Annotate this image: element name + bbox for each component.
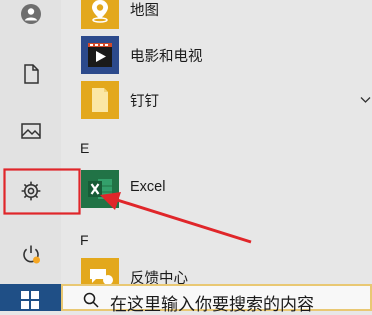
taskbar-search-box[interactable]: 在这里输入你要搜索的内容	[61, 284, 372, 314]
search-placeholder: 在这里输入你要搜索的内容	[110, 295, 314, 314]
app-tile	[81, 170, 119, 208]
app-label: 地图	[130, 3, 159, 19]
app-item-maps[interactable]: 地图	[61, 0, 372, 30]
pictures-icon	[20, 123, 41, 139]
pictures-button[interactable]	[0, 113, 61, 149]
app-list: 地图 电影和电视 钉钉 E Excel F 反馈中心	[61, 0, 372, 311]
section-header-e[interactable]: E	[80, 140, 89, 156]
app-tile	[81, 81, 119, 119]
documents-button[interactable]	[0, 56, 61, 92]
maps-icon	[92, 0, 108, 23]
excel-icon	[88, 179, 112, 199]
chevron-down-icon[interactable]	[360, 96, 371, 104]
app-label: Excel	[130, 179, 166, 195]
app-tile	[81, 36, 119, 74]
folder-icon	[92, 88, 108, 112]
document-icon	[23, 64, 39, 84]
power-button[interactable]	[0, 236, 61, 272]
app-item-dingtalk[interactable]: 钉钉	[61, 81, 372, 121]
app-item-excel[interactable]: Excel	[61, 170, 372, 210]
app-tile	[81, 0, 119, 29]
app-label: 钉钉	[130, 94, 159, 110]
start-sidebar	[0, 0, 61, 311]
search-icon	[83, 292, 99, 308]
movies-tv-icon	[88, 43, 112, 67]
app-item-movies-tv[interactable]: 电影和电视	[61, 36, 372, 76]
section-header-f[interactable]: F	[80, 232, 89, 248]
settings-button[interactable]	[0, 164, 61, 218]
settings-icon	[21, 181, 40, 201]
start-button[interactable]	[0, 284, 61, 311]
power-icon	[22, 245, 40, 264]
account-button[interactable]	[0, 0, 61, 28]
user-icon	[20, 4, 41, 24]
app-label: 电影和电视	[130, 49, 203, 65]
windows-logo-icon	[21, 291, 39, 309]
